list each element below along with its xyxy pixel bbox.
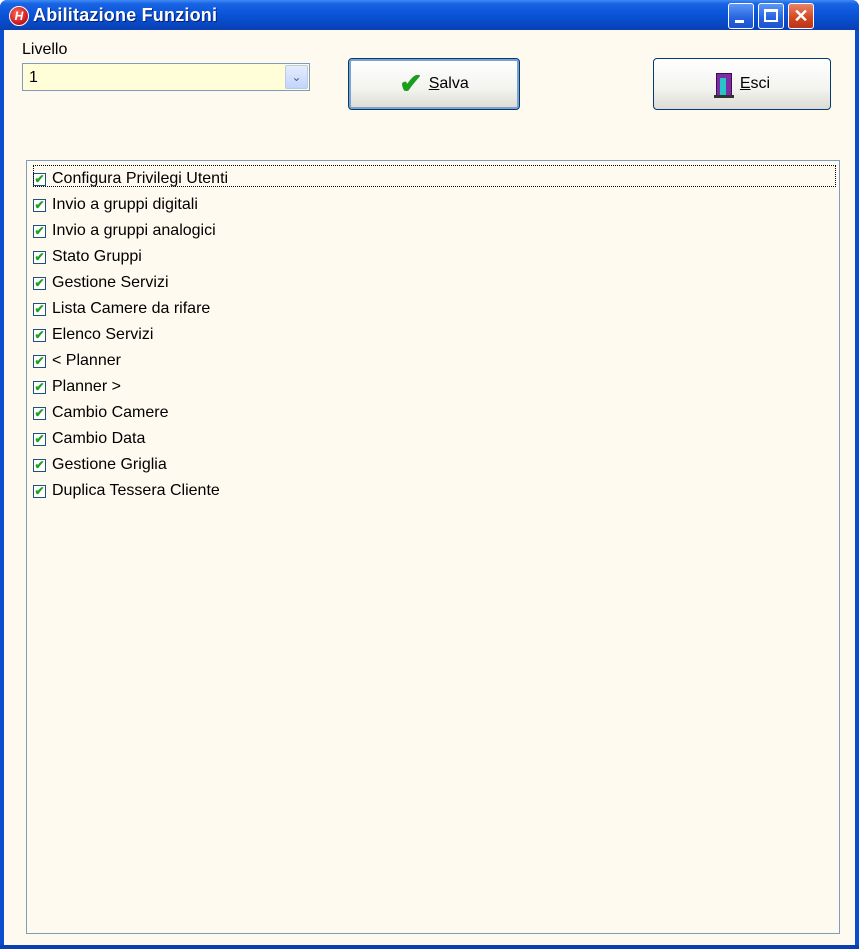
checkbox[interactable]: ✔ — [33, 380, 46, 394]
app-window: H Abilitazione Funzioni ✕ Livello 1 ⌄ ✔ … — [0, 0, 859, 949]
list-item[interactable]: ✔ Invio a gruppi analogici — [33, 219, 216, 243]
checkbox[interactable]: ✔ — [33, 406, 46, 420]
chevron-down-icon[interactable]: ⌄ — [285, 65, 308, 89]
list-item-label: Cambio Camere — [52, 404, 169, 421]
list-item-label: Gestione Servizi — [52, 274, 169, 291]
window-bottom-border — [0, 945, 859, 949]
list-item-label: Lista Camere da rifare — [52, 300, 211, 317]
maximize-icon — [764, 9, 778, 22]
list-item[interactable]: ✔ Cambio Data — [33, 427, 145, 451]
list-item-label: Stato Gruppi — [52, 248, 142, 265]
list-item[interactable]: ✔ Gestione Servizi — [33, 271, 169, 295]
checkbox[interactable]: ✔ — [33, 302, 46, 316]
list-item[interactable]: ✔ < Planner — [33, 349, 121, 373]
list-item[interactable]: ✔ Stato Gruppi — [33, 245, 142, 269]
list-item-label: Duplica Tessera Cliente — [52, 482, 220, 499]
minimize-button[interactable] — [728, 3, 754, 29]
checkbox[interactable]: ✔ — [33, 224, 46, 238]
list-item[interactable]: ✔ Invio a gruppi digitali — [33, 193, 198, 217]
list-item[interactable]: ✔ Gestione Griglia — [33, 453, 167, 477]
focus-rectangle — [33, 165, 836, 187]
list-item[interactable]: ✔ Lista Camere da rifare — [33, 297, 210, 321]
list-item-label: Cambio Data — [52, 430, 146, 447]
checkbox[interactable]: ✔ — [33, 250, 46, 264]
save-button[interactable]: ✔ Salva — [348, 58, 520, 110]
list-item-label: Gestione Griglia — [52, 456, 167, 473]
check-icon: ✔ — [399, 68, 423, 99]
checkbox[interactable]: ✔ — [33, 432, 46, 446]
list-item[interactable]: ✔ Cambio Camere — [33, 401, 168, 425]
close-icon: ✕ — [793, 6, 809, 26]
list-item-label: < Planner — [52, 352, 121, 369]
level-label: Livello — [22, 41, 68, 58]
checkbox[interactable]: ✔ — [33, 198, 46, 212]
app-logo-icon[interactable]: H — [9, 6, 29, 26]
list-item-label: Invio a gruppi analogici — [52, 222, 216, 239]
door-icon — [713, 70, 734, 98]
close-button[interactable]: ✕ — [788, 3, 814, 29]
checkbox[interactable]: ✔ — [33, 354, 46, 368]
minimize-icon — [735, 20, 744, 23]
window-title: Abilitazione Funzioni — [33, 5, 218, 25]
maximize-button[interactable] — [758, 3, 784, 29]
checkbox[interactable]: ✔ — [33, 328, 46, 342]
title-bar[interactable]: H Abilitazione Funzioni ✕ — [0, 0, 859, 30]
list-item[interactable]: ✔ Planner > — [33, 375, 121, 399]
functions-checklist[interactable]: ✔ Configura Privilegi Utenti ✔ Invio a grup… — [26, 160, 840, 934]
checkbox[interactable]: ✔ — [33, 276, 46, 290]
checkbox[interactable]: ✔ — [33, 484, 46, 498]
list-item[interactable]: ✔ Elenco Servizi — [33, 323, 153, 347]
exit-button-label: Esci — [739, 75, 771, 92]
level-selected-value: 1 — [29, 69, 38, 86]
list-item-label: Invio a gruppi digitali — [52, 196, 198, 213]
checkbox[interactable]: ✔ — [33, 458, 46, 472]
exit-button[interactable]: Esci — [653, 58, 831, 110]
save-button-label: Salva — [428, 75, 469, 92]
list-item-label: Elenco Servizi — [52, 326, 154, 343]
list-item-label: Planner > — [52, 378, 121, 395]
list-item[interactable]: ✔ Duplica Tessera Cliente — [33, 479, 220, 503]
level-select[interactable]: 1 ⌄ — [22, 63, 310, 91]
